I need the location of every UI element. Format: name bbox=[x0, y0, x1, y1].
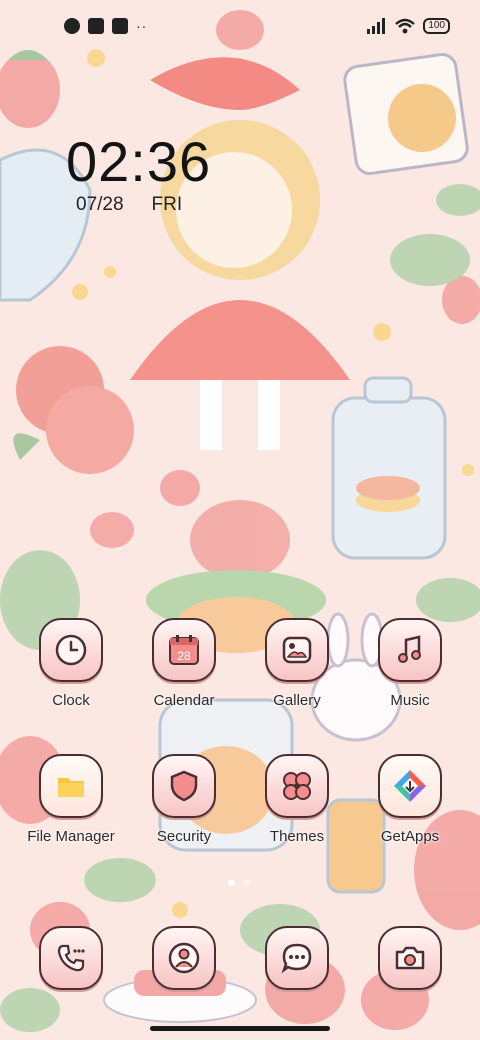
wifi-icon bbox=[395, 18, 416, 34]
battery-level: 100 bbox=[428, 20, 445, 31]
camera-icon bbox=[395, 946, 425, 970]
phone-icon bbox=[57, 944, 85, 972]
page-dot-active bbox=[228, 879, 235, 886]
app-label: Security bbox=[156, 828, 212, 845]
more-notifications-indicator: ·· bbox=[136, 18, 148, 34]
dock-contacts[interactable] bbox=[124, 926, 244, 990]
dock-messages[interactable] bbox=[237, 926, 357, 990]
time-display: 02:36 bbox=[66, 130, 212, 193]
app-label: File Manager bbox=[27, 828, 115, 845]
app-file-manager[interactable]: File Manager bbox=[11, 754, 131, 845]
notification-icon bbox=[64, 18, 80, 34]
battery-icon: 100 bbox=[423, 18, 450, 34]
weekday-display: FRI bbox=[151, 194, 183, 215]
app-themes[interactable]: Themes bbox=[237, 754, 357, 845]
app-label: Music bbox=[390, 692, 430, 709]
messages-icon bbox=[281, 943, 312, 974]
app-label: Clock bbox=[52, 692, 90, 709]
getapps-icon bbox=[394, 770, 426, 802]
app-label: Gallery bbox=[273, 692, 321, 709]
music-icon bbox=[398, 635, 421, 663]
folder-icon bbox=[58, 778, 84, 797]
app-icon bbox=[88, 18, 104, 34]
app-security[interactable]: Security bbox=[124, 754, 244, 845]
app-calendar[interactable]: 28 Calendar bbox=[124, 618, 244, 709]
date-display: 07/28 bbox=[76, 194, 124, 215]
status-bar: ·· 100 bbox=[0, 0, 480, 56]
home-gesture-bar[interactable] bbox=[150, 1026, 330, 1031]
bear-frame-decoration bbox=[343, 53, 469, 175]
calendar-day-number: 28 bbox=[177, 649, 191, 663]
app-getapps[interactable]: GetApps bbox=[350, 754, 470, 845]
gallery-icon bbox=[282, 636, 312, 664]
contacts-icon bbox=[168, 942, 200, 974]
app-label: Themes bbox=[269, 828, 325, 845]
app-music[interactable]: Music bbox=[350, 618, 470, 709]
page-indicator bbox=[228, 879, 250, 886]
page-dot bbox=[243, 879, 250, 886]
shield-icon bbox=[170, 770, 198, 802]
download-icon bbox=[112, 18, 128, 34]
flower-icon bbox=[283, 772, 311, 800]
app-label: GetApps bbox=[380, 828, 440, 845]
dock-phone[interactable] bbox=[11, 926, 131, 990]
signal-icon bbox=[367, 18, 386, 34]
dock-camera[interactable] bbox=[350, 926, 470, 990]
app-label: Calendar bbox=[153, 692, 215, 709]
calendar-icon: 28 bbox=[169, 635, 199, 665]
clock-widget[interactable]: 02:36 07/28 FRI bbox=[66, 132, 211, 216]
app-clock[interactable]: Clock bbox=[11, 618, 131, 709]
clock-icon bbox=[55, 634, 87, 666]
app-gallery[interactable]: Gallery bbox=[237, 618, 357, 709]
jar-decoration bbox=[331, 376, 447, 560]
